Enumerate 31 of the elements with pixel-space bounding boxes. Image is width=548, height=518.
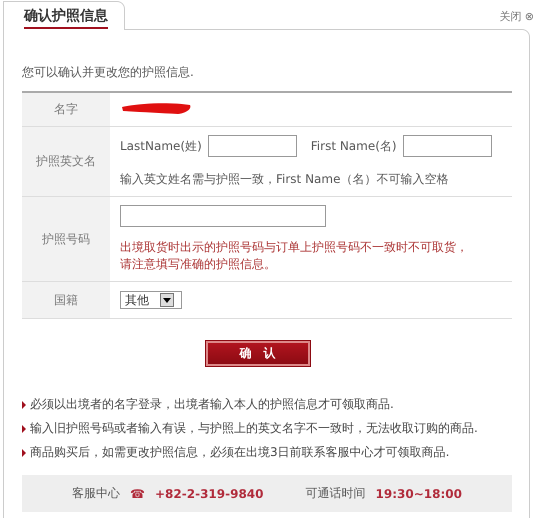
dialog-tab[interactable]: 确认护照信息 (3, 1, 125, 30)
note-text: 必须以出境者的名字登录，出境者输入本人的护照信息才可领取商品. (30, 396, 394, 413)
redaction-mark (120, 101, 192, 115)
confirm-button[interactable]: 确 认 (206, 341, 310, 366)
hours-text: 19:30~18:00 (376, 486, 462, 500)
passport-input[interactable] (120, 205, 326, 227)
hint-text: 输入英文姓名需与护照一致，First Name（名）不可输入空格 (120, 171, 450, 188)
field-label: First Name(名) (310, 138, 397, 154)
warning-text: 出境取货时出示的护照号码与订单上护照号码不一致时不可取货， (120, 239, 469, 256)
phone-icon: ☎ (130, 486, 145, 500)
note-text: 输入旧护照号码或者输入有误，与护照上的英文名字不一致时，无法收取订购的商品. (30, 420, 478, 437)
row-label: 国籍 (54, 292, 78, 306)
row-label: 护照号码 (42, 232, 90, 246)
field-label: LastName(姓) (120, 138, 202, 154)
bullet-icon (22, 424, 26, 432)
bullet-icon (22, 400, 26, 408)
tab-title: 确认护照信息 (24, 8, 108, 29)
phone-number: +82-2-319-9840 (155, 486, 264, 500)
service-label: 客服中心 (72, 485, 120, 502)
last-name-input[interactable] (208, 135, 297, 157)
caret-icon (160, 293, 174, 307)
row-label: 名字 (54, 102, 78, 116)
note-text: 商品购买后，如需更改护照信息，必须在出境3日前联系客服中心才可领取商品. (30, 444, 450, 461)
hours-label: 可通话时间 (306, 485, 366, 502)
row-label: 护照英文名 (36, 154, 96, 168)
close-button[interactable]: 关闭 ⊗ (499, 9, 534, 24)
first-name-input[interactable] (402, 135, 492, 157)
warning-text: 请注意填写准确的护照信息。 (120, 256, 277, 273)
bullet-icon (22, 448, 26, 456)
intro-text: 您可以确认并更改您的护照信息. (22, 64, 195, 81)
nationality-dropdown[interactable]: 其他 (120, 291, 182, 309)
